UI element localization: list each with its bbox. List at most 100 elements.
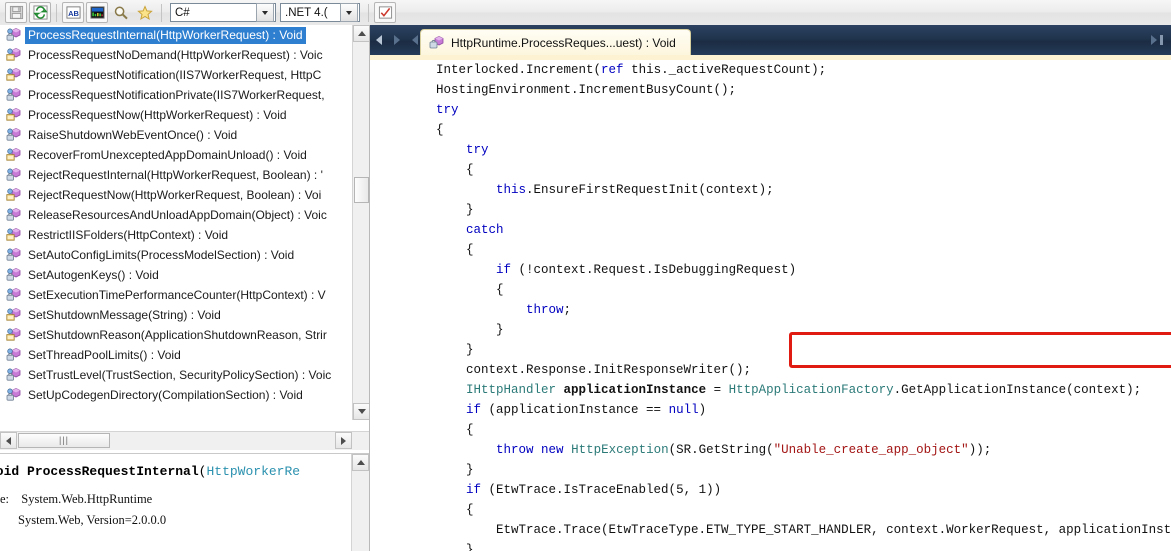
- code-token: }: [406, 203, 474, 217]
- code-view[interactable]: Interlocked.Increment(ref this._activeRe…: [370, 60, 1171, 551]
- method-private-icon: [6, 267, 23, 283]
- tree-item[interactable]: RecoverFromUnexceptedAppDomainUnload() :…: [0, 145, 352, 165]
- code-token: ;: [563, 303, 572, 317]
- code-token: this._activeRequestCount);: [623, 63, 827, 77]
- favorites-button[interactable]: [134, 2, 156, 23]
- language-combo[interactable]: C#: [170, 3, 276, 22]
- tree-item[interactable]: ProcessRequestNotification(IIS7WorkerReq…: [0, 65, 352, 85]
- tree-item[interactable]: ReleaseResourcesAndUnloadAppDomain(Objec…: [0, 205, 352, 225]
- refresh-button[interactable]: [29, 2, 51, 23]
- code-line[interactable]: EtwTrace.Trace(EtwTraceType.ETW_TYPE_STA…: [370, 520, 1171, 540]
- save-button[interactable]: [5, 2, 27, 23]
- code-token: {: [406, 503, 474, 517]
- triangle-down-icon: [357, 409, 366, 414]
- tree-item-label: SetAutogenKeys() : Void: [28, 267, 159, 282]
- analyzer-button[interactable]: [86, 2, 108, 23]
- tree-item[interactable]: RejectRequestNow(HttpWorkerRequest, Bool…: [0, 185, 352, 205]
- method-private-icon: [6, 207, 23, 223]
- code-line[interactable]: }: [370, 460, 1171, 480]
- tree-scroll-down-button[interactable]: [353, 403, 369, 420]
- toolbar-separator-2: [161, 3, 162, 22]
- check-button[interactable]: [374, 2, 396, 23]
- member-tree[interactable]: ProcessRequestInternal(HttpWorkerRequest…: [0, 25, 352, 403]
- code-line[interactable]: if (!context.Request.IsDebuggingRequest): [370, 260, 1171, 280]
- tree-vertical-scrollbar[interactable]: [352, 25, 369, 420]
- code-line[interactable]: {: [370, 160, 1171, 180]
- tree-item[interactable]: SetThreadPoolLimits() : Void: [0, 345, 352, 365]
- main-toolbar: AB C# .NET 4.(: [0, 0, 1171, 26]
- tree-item[interactable]: SetUpCodegenDirectory(CompilationSection…: [0, 385, 352, 403]
- tree-scroll-up-button[interactable]: [353, 25, 369, 42]
- language-combo-value: C#: [175, 6, 190, 19]
- framework-combo[interactable]: .NET 4.(: [280, 3, 360, 22]
- tree-item[interactable]: ProcessRequestNotificationPrivate(IIS7Wo…: [0, 85, 352, 105]
- framework-combo-arrow[interactable]: [340, 3, 358, 22]
- code-line[interactable]: }: [370, 200, 1171, 220]
- code-line[interactable]: }: [370, 340, 1171, 360]
- tree-item[interactable]: SetExecutionTimePerformanceCounter(HttpC…: [0, 285, 352, 305]
- tree-item[interactable]: SetAutoConfigLimits(ProcessModelSection)…: [0, 245, 352, 265]
- tree-item[interactable]: RejectRequestInternal(HttpWorkerRequest,…: [0, 165, 352, 185]
- tree-item[interactable]: RaiseShutdownWebEventOnce() : Void: [0, 125, 352, 145]
- code-line[interactable]: }: [370, 540, 1171, 551]
- grip-icon: |||: [58, 435, 69, 445]
- tree-horizontal-scrollbar[interactable]: |||: [0, 431, 369, 450]
- tree-item-label: ProcessRequestNoDemand(HttpWorkerRequest…: [28, 47, 323, 62]
- code-line[interactable]: this.EnsureFirstRequestInit(context);: [370, 180, 1171, 200]
- tree-scroll-left-button[interactable]: [0, 432, 17, 449]
- code-line[interactable]: IHttpHandler applicationInstance = HttpA…: [370, 380, 1171, 400]
- arrow-right-icon: [1151, 35, 1157, 45]
- method-internal-icon: [6, 67, 23, 83]
- tree-item[interactable]: SetAutogenKeys() : Void: [0, 265, 352, 285]
- code-line[interactable]: {: [370, 500, 1171, 520]
- tree-item[interactable]: ProcessRequestNoDemand(HttpWorkerRequest…: [0, 45, 352, 65]
- code-line[interactable]: throw new HttpException(SR.GetString("Un…: [370, 440, 1171, 460]
- search-button[interactable]: [110, 2, 132, 23]
- tree-item-label: ProcessRequestNow(HttpWorkerRequest) : V…: [28, 107, 287, 122]
- method-internal-icon: [6, 227, 23, 243]
- tree-scroll-right-button[interactable]: [335, 432, 352, 449]
- tree-item[interactable]: ProcessRequestNow(HttpWorkerRequest) : V…: [0, 105, 352, 125]
- code-line[interactable]: if (EtwTrace.IsTraceEnabled(5, 1)): [370, 480, 1171, 500]
- tree-item[interactable]: SetTrustLevel(TrustSection, SecurityPoli…: [0, 365, 352, 385]
- code-token: null: [668, 403, 699, 417]
- code-line[interactable]: try: [370, 140, 1171, 160]
- tree-item[interactable]: SetShutdownMessage(String) : Void: [0, 305, 352, 325]
- code-line[interactable]: throw;: [370, 300, 1171, 320]
- tree-item[interactable]: RestrictIISFolders(HttpContext) : Void: [0, 225, 352, 245]
- code-line[interactable]: context.Response.InitResponseWriter();: [370, 360, 1171, 380]
- code-token: new: [541, 443, 564, 457]
- code-line[interactable]: catch: [370, 220, 1171, 240]
- details-vertical-scrollbar[interactable]: [351, 454, 369, 551]
- nav-forward-button[interactable]: [388, 25, 406, 55]
- code-line[interactable]: Interlocked.Increment(ref this._activeRe…: [370, 60, 1171, 80]
- code-line[interactable]: }: [370, 320, 1171, 340]
- triangle-right-icon: [341, 436, 346, 445]
- code-line[interactable]: try: [370, 100, 1171, 120]
- member-browser-pane: ProcessRequestInternal(HttpWorkerRequest…: [0, 25, 370, 551]
- text-search-button[interactable]: AB: [62, 2, 84, 23]
- tree-scroll-thumb[interactable]: [354, 177, 369, 203]
- tree-item[interactable]: ProcessRequestInternal(HttpWorkerRequest…: [0, 25, 352, 45]
- nav-back-button[interactable]: [370, 25, 388, 55]
- tree-item[interactable]: SetShutdownReason(ApplicationShutdownRea…: [0, 325, 352, 345]
- triangle-left-icon: [6, 436, 11, 445]
- code-line[interactable]: {: [370, 420, 1171, 440]
- code-line[interactable]: if (applicationInstance == null): [370, 400, 1171, 420]
- code-line[interactable]: {: [370, 280, 1171, 300]
- code-token: HttpException: [571, 443, 669, 457]
- code-line[interactable]: {: [370, 120, 1171, 140]
- tree-item-label: SetShutdownReason(ApplicationShutdownRea…: [28, 327, 327, 342]
- language-combo-arrow[interactable]: [256, 3, 274, 22]
- tree-hscroll-thumb[interactable]: |||: [18, 433, 110, 448]
- code-token: {: [406, 243, 474, 257]
- code-line[interactable]: HostingEnvironment.IncrementBusyCount();: [370, 80, 1171, 100]
- active-member-tab[interactable]: HttpRuntime.ProcessReques...uest) : Void: [420, 29, 691, 56]
- details-scroll-up-button[interactable]: [352, 454, 369, 471]
- code-line[interactable]: {: [370, 240, 1171, 260]
